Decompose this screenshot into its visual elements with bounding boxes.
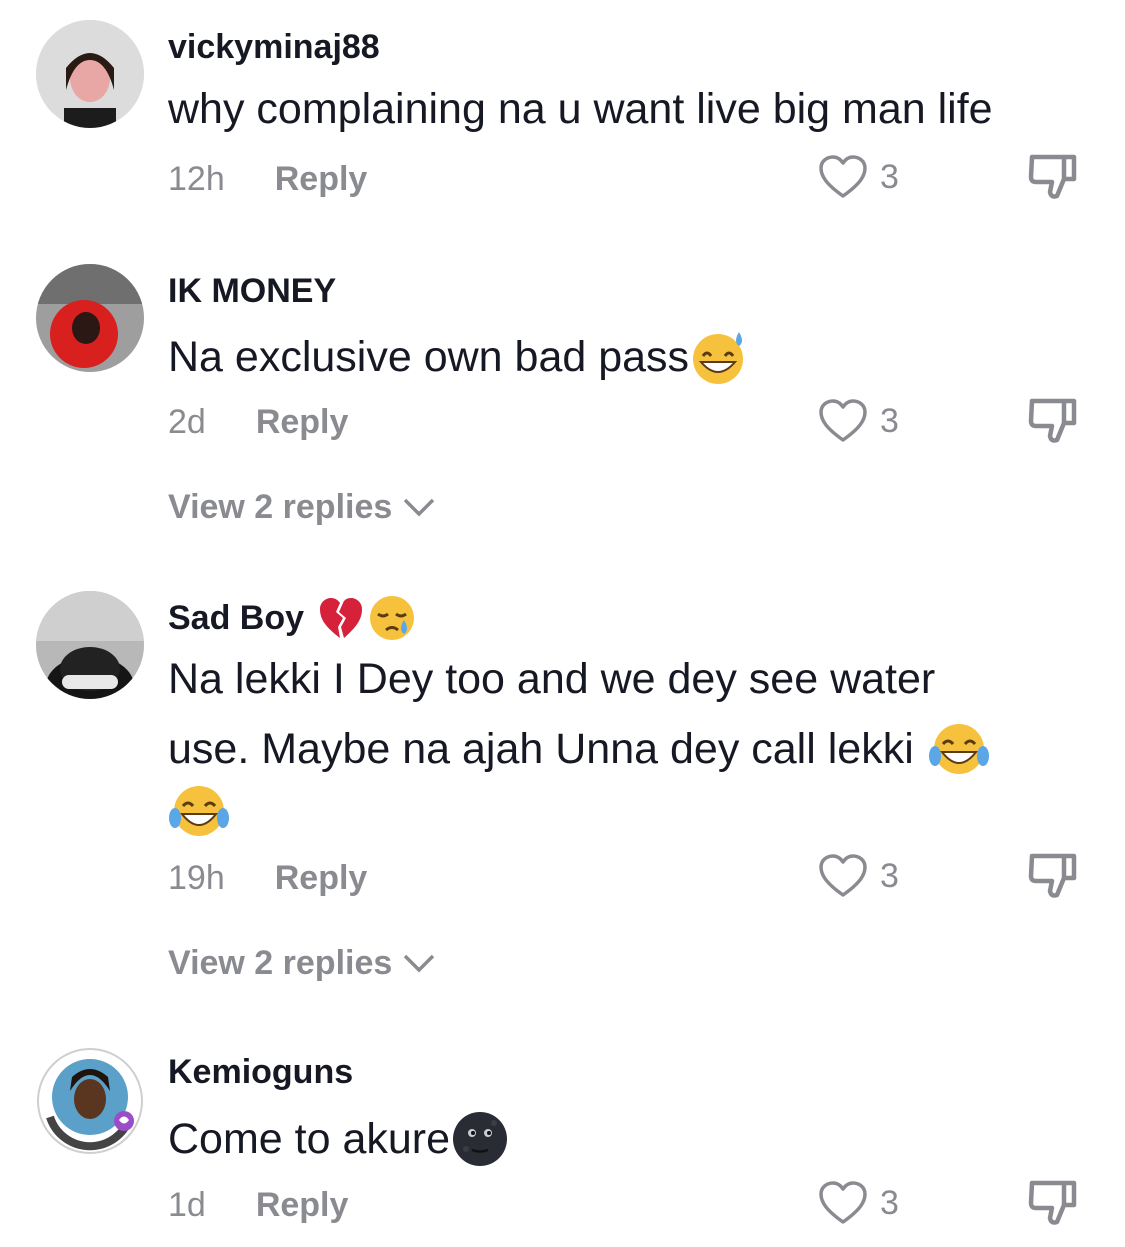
sleepy-face-emoji — [370, 596, 415, 640]
comment-time: 12h — [168, 159, 225, 198]
tears-of-joy-emoji — [928, 724, 989, 774]
view-replies-button[interactable]: View 2 replies — [168, 942, 436, 984]
reply-button[interactable]: Reply — [275, 859, 368, 898]
thumbs-down-icon — [1028, 154, 1077, 199]
dislike-button[interactable] — [1028, 396, 1078, 451]
like-button[interactable]: 3 — [818, 1180, 899, 1226]
like-count: 3 — [880, 1183, 899, 1222]
chevron-down-icon — [404, 954, 435, 973]
comment-username[interactable]: IK MONEY — [168, 270, 336, 312]
comment-meta: 12h Reply — [168, 158, 367, 200]
heart-icon — [819, 155, 867, 198]
like-button[interactable]: 3 — [818, 853, 899, 899]
dislike-button[interactable] — [1028, 152, 1078, 207]
comment-text-line1: Na lekki I Dey too and we dey see water — [168, 654, 936, 703]
avatar[interactable] — [36, 20, 144, 128]
like-count: 3 — [880, 157, 899, 196]
comment-time: 1d — [168, 1185, 206, 1224]
like-count: 3 — [880, 856, 899, 895]
comment-text-content: Na exclusive own bad pass — [168, 332, 690, 381]
comment-username[interactable]: vickyminaj88 — [168, 26, 380, 68]
thumbs-down-icon — [1028, 1180, 1077, 1225]
avatar[interactable] — [36, 264, 144, 372]
comment-text-line2: use. Maybe na ajah Unna dey call lekki — [168, 720, 990, 778]
view-replies-label: View 2 replies — [168, 943, 393, 982]
comment-meta: 2d Reply — [168, 401, 348, 443]
dislike-button[interactable] — [1028, 1178, 1078, 1233]
broken-heart-emoji — [320, 598, 363, 638]
like-button[interactable]: 3 — [818, 154, 899, 200]
comment-username[interactable]: Kemioguns — [168, 1051, 353, 1093]
chevron-down-icon — [404, 498, 435, 517]
comment-text-content: Come to akure — [168, 1114, 451, 1163]
comment-meta: 19h Reply — [168, 857, 367, 899]
comment-meta: 1d Reply — [168, 1184, 348, 1226]
new-moon-face-emoji — [453, 1112, 508, 1166]
comment-text-content: use. Maybe na ajah Unna dey call lekki — [168, 724, 914, 773]
thumbs-down-icon — [1028, 398, 1077, 443]
grinning-sweat-emoji — [693, 332, 744, 384]
thumbs-down-icon — [1028, 853, 1077, 898]
view-replies-label: View 2 replies — [168, 487, 393, 526]
reply-button[interactable]: Reply — [256, 403, 349, 442]
comment-time: 19h — [168, 858, 225, 897]
avatar[interactable] — [36, 1047, 144, 1155]
comment-text: Na exclusive own bad pass — [168, 328, 747, 386]
reply-button[interactable]: Reply — [256, 1186, 349, 1225]
heart-icon — [819, 854, 867, 897]
view-replies-button[interactable]: View 2 replies — [168, 486, 436, 528]
comment-username-text: Sad Boy — [168, 598, 305, 637]
heart-icon — [819, 1181, 867, 1224]
comment-text: why complaining na u want live big man l… — [168, 84, 993, 133]
comment-text-line3 — [168, 782, 230, 840]
heart-icon — [819, 399, 867, 442]
comment-time: 2d — [168, 402, 206, 441]
comment-username[interactable]: Sad Boy — [168, 594, 416, 642]
tears-of-joy-emoji — [169, 786, 229, 836]
reply-button[interactable]: Reply — [275, 160, 368, 199]
dislike-button[interactable] — [1028, 851, 1078, 906]
like-count: 3 — [880, 401, 899, 440]
comment-text: Come to akure — [168, 1110, 510, 1168]
avatar[interactable] — [36, 591, 144, 699]
like-button[interactable]: 3 — [818, 398, 899, 444]
